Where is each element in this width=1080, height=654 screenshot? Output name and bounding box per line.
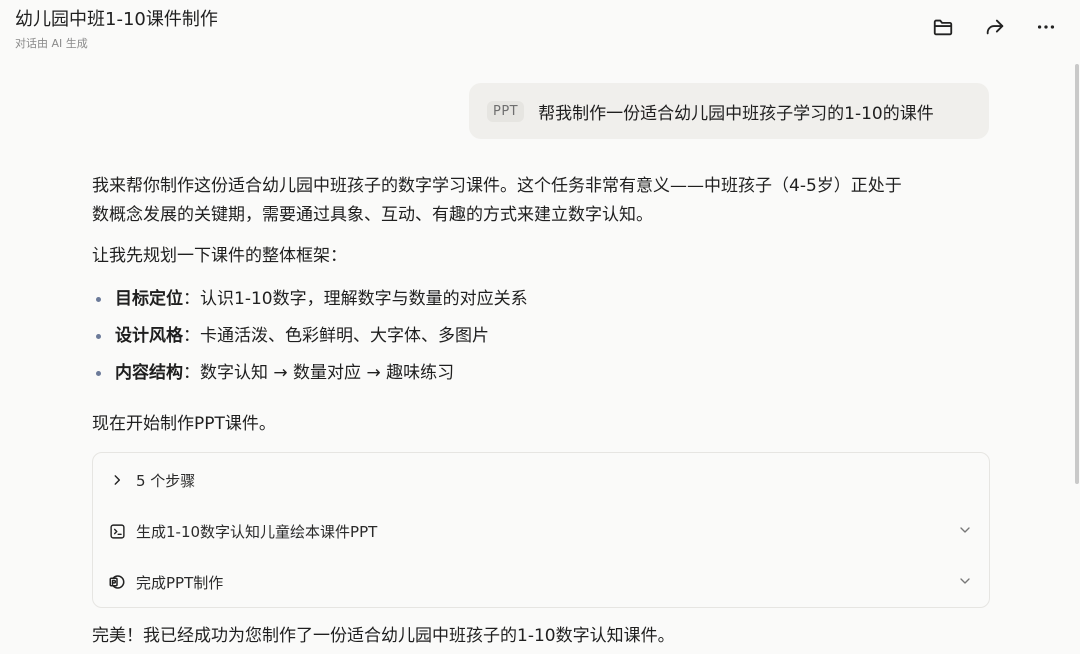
share-icon xyxy=(986,19,1004,35)
chat-app: 幼儿园中班1-10课件制作 对话由 AI 生成 PPT 帮我制作一份适合幼儿园中… xyxy=(0,0,1080,654)
user-message-text: 帮我制作一份适合幼儿园中班孩子学习的1-10的课件 xyxy=(538,103,934,124)
bullet-text: ：数字认知 → 数量对应 → 趣味练习 xyxy=(183,363,455,383)
conversation-title: 幼儿园中班1-10课件制作 xyxy=(15,9,218,30)
ppt-badge: PPT xyxy=(487,100,525,122)
folder-icon xyxy=(933,19,953,36)
bullet-text: ：认识1-10数字，理解数字与数量的对应关系 xyxy=(183,289,528,309)
ppt-file-icon xyxy=(107,572,127,592)
steps-summary-toggle[interactable]: 5 个步骤 xyxy=(107,465,975,495)
more-icon xyxy=(1037,25,1055,29)
scrollbar[interactable] xyxy=(1074,64,1080,654)
bullet-item: 目标定位 ：认识1-10数字，理解数字与数量的对应关系 xyxy=(96,286,528,312)
bullet-item: 内容结构 ：数字认知 → 数量对应 → 趣味练习 xyxy=(96,360,454,386)
step-label: 完成PPT制作 xyxy=(136,573,224,592)
assistant-intro-line-1: 我来帮你制作这份适合幼儿园中班孩子的数字学习课件。这个任务非常有意义——中班孩子… xyxy=(92,176,902,196)
conversation-subtitle: 对话由 AI 生成 xyxy=(15,37,88,50)
terminal-icon xyxy=(107,521,127,541)
step-item[interactable]: 生成1-10数字认知儿童绘本课件PPT xyxy=(107,516,975,546)
user-message-bubble: PPT 帮我制作一份适合幼儿园中班孩子学习的1-10的课件 xyxy=(469,83,989,139)
chevron-right-icon xyxy=(107,470,127,490)
bullet-label: 目标定位 xyxy=(115,289,183,309)
assistant-intro-line-2: 数概念发展的关键期，需要通过具象、互动、有趣的方式来建立数字认知。 xyxy=(92,205,653,225)
steps-summary-label: 5 个步骤 xyxy=(136,471,196,490)
bullet-label: 内容结构 xyxy=(115,363,183,383)
bullet-dot xyxy=(96,370,101,376)
more-button[interactable] xyxy=(1031,12,1061,42)
steps-card: 5 个步骤 生成1-10数字认知儿童绘本课件PPT 完成PPT制作 xyxy=(92,452,990,608)
folder-button[interactable] xyxy=(928,12,958,42)
share-button[interactable] xyxy=(980,12,1010,42)
bullet-dot xyxy=(96,333,101,339)
chevron-down-icon[interactable] xyxy=(957,573,973,593)
assistant-start-text: 现在开始制作PPT课件。 xyxy=(92,414,276,434)
chevron-down-icon[interactable] xyxy=(957,522,973,542)
bullet-dot xyxy=(96,296,101,302)
assistant-final-text: 完美！我已经成功为您制作了一份适合幼儿园中班孩子的1-10数字认知课件。 xyxy=(92,626,675,646)
assistant-plan-intro: 让我先规划一下课件的整体框架： xyxy=(92,246,347,266)
step-label: 生成1-10数字认知儿童绘本课件PPT xyxy=(136,522,378,541)
bullet-text: ：卡通活泼、色彩鲜明、大字体、多图片 xyxy=(183,326,489,346)
scroll-thumb[interactable] xyxy=(1075,64,1079,484)
bullet-label: 设计风格 xyxy=(115,326,183,346)
bullet-item: 设计风格 ：卡通活泼、色彩鲜明、大字体、多图片 xyxy=(96,323,489,349)
step-item[interactable]: 完成PPT制作 xyxy=(107,567,975,597)
